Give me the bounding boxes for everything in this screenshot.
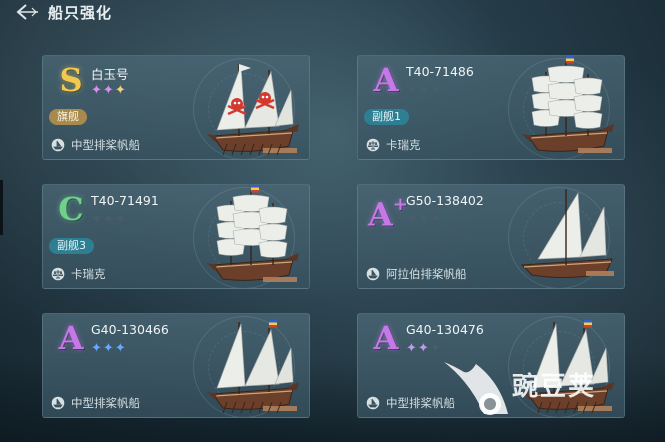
ship-card[interactable]: C T40-71491 ✦✦✦ 副舰3 卡瑞克 [42,184,310,289]
star-icon: ✦ [406,83,418,98]
grade-label: A [373,61,399,99]
star-icon: ✦ [429,212,442,227]
ship-type-icon [51,396,65,410]
ship-type-label: 卡瑞克 [386,138,421,152]
ship-image [207,185,299,282]
star-icon: ✦ [406,341,418,356]
header: 船只强化 [0,0,665,30]
star-rating: ✦✦✦ [91,341,127,356]
ship-card[interactable]: A G40-130466 ✦✦✦ 中型排桨帆船 [42,313,310,418]
fleet-role-badge: 旗舰 [49,109,87,125]
side-edge [0,180,3,235]
page-title: 船只强化 [48,4,113,22]
ship-name: G40-130476 [406,322,484,337]
ship-type-label: 中型排桨帆船 [386,396,455,410]
watermark-text: 豌豆荚 [512,372,597,402]
ship-name: T40-71486 [406,64,474,79]
star-icon: ✦ [91,341,103,356]
ship-image [522,56,614,153]
ship-image [207,320,299,414]
scale-icon [51,267,65,281]
star-rating: ✦✦✦ [91,83,127,98]
star-icon: ✦ [406,212,418,227]
ship-type-label: 卡瑞克 [71,267,106,281]
ship-type-icon [366,267,380,281]
fleet-role-badge: 副舰3 [49,238,94,254]
back-arrow-icon[interactable] [14,3,40,21]
star-icon: ✦ [114,341,127,356]
star-icon: ✦ [102,341,115,356]
star-rating: ✦✦✦ [406,341,442,356]
star-icon: ✦ [417,212,430,227]
grade-label: S [59,61,83,99]
ship-type-icon [366,396,380,410]
star-icon: ✦ [102,83,115,98]
grade-label: A+ [368,194,408,234]
star-icon: ✦ [114,212,127,227]
ship-image [520,189,614,279]
star-icon: ✦ [417,83,430,98]
ship-name: G40-130466 [91,322,169,337]
grade-label: A [373,319,399,357]
star-icon: ✦ [429,83,442,98]
ship-type-label: 中型排桨帆船 [71,396,140,410]
star-icon: ✦ [91,83,103,98]
ship-type-icon [51,138,65,152]
ship-type-label: 阿拉伯排桨帆船 [386,267,467,281]
ship-name: 白玉号 [91,67,129,82]
star-icon: ✦ [91,212,103,227]
ship-name: G50-138402 [406,193,484,208]
star-rating: ✦✦✦ [406,83,442,98]
ship-type-label: 中型排桨帆船 [71,138,140,152]
grade-label: A [58,319,84,357]
ship-card[interactable]: A T40-71486 ✦✦✦ 副舰1 卡瑞克 [357,55,625,160]
ship-name: T40-71491 [91,193,159,208]
star-icon: ✦ [102,212,115,227]
fleet-role-badge: 副舰1 [364,109,409,125]
ship-image [207,64,299,156]
ship-card[interactable]: S 白玉号 ✦✦✦ 旗舰 中型排桨帆船 [42,55,310,160]
star-icon: ✦ [429,341,442,356]
grade-label: C [58,190,84,228]
star-rating: ✦✦✦ [91,212,127,227]
ship-card[interactable]: A+ G50-138402 ✦✦✦ 阿拉伯排桨帆船 [357,184,625,289]
star-icon: ✦ [417,341,430,356]
star-icon: ✦ [114,83,127,98]
star-rating: ✦✦✦ [406,212,442,227]
scale-icon [366,138,380,152]
